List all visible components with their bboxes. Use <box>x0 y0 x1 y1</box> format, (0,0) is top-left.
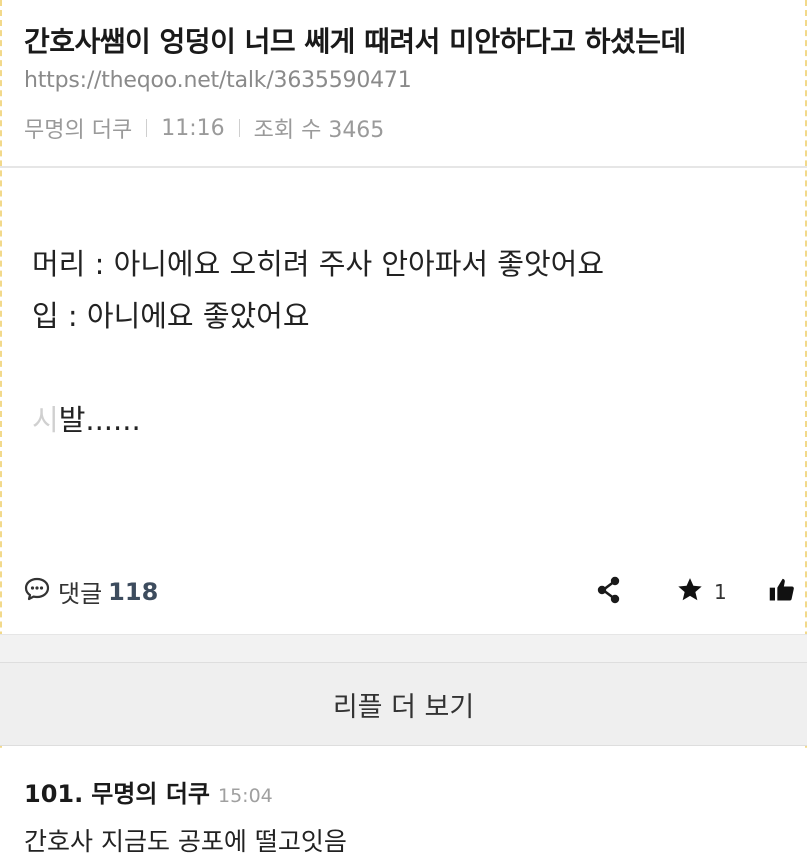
content-muted-char: 시 <box>32 403 59 437</box>
post-title: 간호사쌤이 엉덩이 너므 쎄게 때려서 미안하다고 하셨는데 <box>24 25 686 58</box>
star-count: 1 <box>714 580 727 604</box>
reply-header: 101. 무명의 더쿠 15:04 <box>24 774 273 809</box>
comment-icon <box>24 577 50 607</box>
content-text: 발...... <box>58 403 141 437</box>
content-line: 머리 : 아니에요 오히려 주사 안아파서 좋앗어요 <box>32 247 605 281</box>
reply-number: 101. <box>24 780 84 808</box>
post-content: 머리 : 아니에요 오히려 주사 안아파서 좋앗어요 입 : 아니에요 좋았어요… <box>32 238 604 446</box>
post-url[interactable]: https://theqoo.net/talk/3635590471 <box>24 68 412 93</box>
star-icon <box>676 576 704 608</box>
reply-author[interactable]: 무명의 더쿠 <box>91 774 210 809</box>
post-author[interactable]: 무명의 더쿠 <box>24 112 132 144</box>
comment-label: 댓글 <box>58 580 103 608</box>
section-divider <box>0 634 807 662</box>
star-button[interactable]: 1 <box>676 576 727 608</box>
share-icon <box>596 576 622 608</box>
content-line: 입 : 아니에요 좋았어요 <box>32 299 310 333</box>
post-meta: 무명의 더쿠 11:16 조회 수 3465 <box>24 112 384 144</box>
post-actions: 댓글 118 1 <box>0 566 807 620</box>
like-button[interactable] <box>768 576 796 608</box>
comment-count: 118 <box>108 577 159 606</box>
share-button[interactable] <box>596 576 622 608</box>
reply-item: 101. 무명의 더쿠 15:04 간호사 지금도 공포에 떨고잇음 <box>0 748 807 868</box>
meta-divider <box>146 119 148 137</box>
content-line: 시발...... <box>32 394 604 446</box>
comment-button[interactable]: 댓글 118 <box>24 574 158 609</box>
meta-divider <box>238 119 240 137</box>
thumbs-up-icon <box>768 578 796 608</box>
post-time: 11:16 <box>161 115 225 141</box>
more-replies-button[interactable]: 리플 더 보기 <box>0 662 807 746</box>
content-spacer <box>32 342 604 394</box>
reply-body: 간호사 지금도 공포에 떨고잇음 <box>24 827 347 856</box>
reply-time: 15:04 <box>217 785 273 807</box>
post-header: 간호사쌤이 엉덩이 너므 쎄게 때려서 미안하다고 하셨는데 https://t… <box>0 0 807 168</box>
post-views: 조회 수 3465 <box>253 118 385 143</box>
